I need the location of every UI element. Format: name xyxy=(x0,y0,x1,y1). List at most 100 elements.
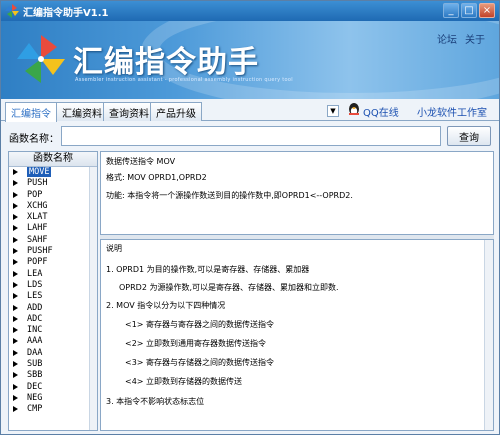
list-item-label: LEA xyxy=(27,268,43,279)
expand-triangle-icon[interactable] xyxy=(13,406,18,413)
maximize-icon: □ xyxy=(464,5,474,16)
list-item[interactable]: DAA xyxy=(9,348,97,359)
search-row: 函数名称： 查询 xyxy=(1,122,499,150)
detail-pane: 数据传送指令 MOV 格式: MOV OPRD1,OPRD2 功能: 本指令将一… xyxy=(100,151,494,235)
detail-format: 格式: MOV OPRD1,OPRD2 xyxy=(106,173,207,182)
expand-triangle-icon[interactable] xyxy=(13,180,18,187)
expand-triangle-icon[interactable] xyxy=(13,248,18,255)
list-item[interactable]: INC xyxy=(9,325,97,336)
note-line: <3> 寄存器与存储器之间的数据传送指令 xyxy=(125,358,275,367)
note-line: 3. 本指令不影响状态标志位 xyxy=(106,397,205,406)
app-icon xyxy=(5,4,19,18)
tab-query-materials[interactable]: 查询资料 xyxy=(103,102,155,121)
notes-pane: 说明 1. OPRD1 为目的操作数,可以是寄存器、存储器、累加器 OPRD2 … xyxy=(100,239,494,431)
list-item-label: SAHF xyxy=(27,234,48,245)
list-item[interactable]: PUSH xyxy=(9,178,97,189)
expand-triangle-icon[interactable] xyxy=(13,361,18,368)
tab-bar: 汇编指令 汇编资料 查询资料 产品升级 ▼ QQ在线 小龙软件工作室 xyxy=(1,99,499,122)
tab-asm-instructions[interactable]: 汇编指令 xyxy=(5,102,57,122)
expand-triangle-icon[interactable] xyxy=(13,338,18,345)
list-item-label: CMP xyxy=(27,404,43,415)
list-header: 函数名称 xyxy=(9,152,97,167)
list-item-label: SBB xyxy=(27,370,43,381)
list-item[interactable]: SBB xyxy=(9,370,97,381)
studio-link[interactable]: 小龙软件工作室 xyxy=(417,104,487,119)
expand-triangle-icon[interactable] xyxy=(13,281,18,288)
expand-triangle-icon[interactable] xyxy=(13,383,18,390)
list-item[interactable]: POP xyxy=(9,190,97,201)
close-button[interactable]: × xyxy=(479,3,495,18)
search-label: 函数名称： xyxy=(9,134,59,145)
expand-triangle-icon[interactable] xyxy=(13,202,18,209)
list-item[interactable]: MOVE xyxy=(9,167,97,178)
list-item[interactable]: SUB xyxy=(9,359,97,370)
expand-triangle-icon[interactable] xyxy=(13,327,18,334)
list-item-label: INC xyxy=(27,325,43,336)
tab-asm-materials[interactable]: 汇编资料 xyxy=(56,102,108,121)
notes-scrollbar[interactable] xyxy=(484,240,493,430)
list-item[interactable]: LEA xyxy=(9,269,97,280)
list-item[interactable]: NEG xyxy=(9,393,97,404)
dropdown-arrow-icon[interactable]: ▼ xyxy=(327,105,339,117)
list-items: MOVE PUSH POP XCHG XLAT LAHF SAHF PUSHF POPF LEA L… xyxy=(9,167,97,416)
list-item[interactable]: PUSHF xyxy=(9,246,97,257)
list-item[interactable]: LAHF xyxy=(9,223,97,234)
note-line: <1> 寄存器与寄存器之间的数据传送指令 xyxy=(125,320,275,329)
list-item[interactable]: XLAT xyxy=(9,212,97,223)
expand-triangle-icon[interactable] xyxy=(13,214,18,221)
list-item[interactable]: AAA xyxy=(9,336,97,347)
note-line: <4> 立即数到存储器的数据传送 xyxy=(125,377,243,386)
expand-triangle-icon[interactable] xyxy=(13,372,18,379)
expand-triangle-icon[interactable] xyxy=(13,293,18,300)
expand-triangle-icon[interactable] xyxy=(13,169,18,175)
list-item-label: ADC xyxy=(27,313,43,324)
list-item[interactable]: ADC xyxy=(9,314,97,325)
expand-triangle-icon[interactable] xyxy=(13,394,18,401)
pinwheel-logo-icon xyxy=(17,35,65,83)
expand-triangle-icon[interactable] xyxy=(13,270,18,277)
list-item-label: XCHG xyxy=(27,200,48,211)
list-item[interactable]: CMP xyxy=(9,404,97,415)
list-item-label: LAHF xyxy=(27,223,48,234)
forum-link[interactable]: 论坛 xyxy=(437,31,457,46)
list-item-label: LDS xyxy=(27,279,43,290)
list-item[interactable]: LDS xyxy=(9,280,97,291)
qq-online-link[interactable]: QQ在线 xyxy=(363,104,399,119)
list-scrollbar[interactable] xyxy=(89,167,97,430)
list-item-label: NEG xyxy=(27,392,43,403)
about-link[interactable]: 关于 xyxy=(465,31,485,46)
search-input[interactable] xyxy=(61,126,441,146)
list-item[interactable]: DEC xyxy=(9,382,97,393)
list-item-label: DEC xyxy=(27,381,43,392)
list-item-label: LES xyxy=(27,291,43,302)
note-line: OPRD2 为源操作数,可以是寄存器、存储器、累加器和立即数. xyxy=(119,283,339,292)
expand-triangle-icon[interactable] xyxy=(13,304,18,311)
expand-triangle-icon[interactable] xyxy=(13,259,18,266)
tab-product-upgrade[interactable]: 产品升级 xyxy=(150,102,202,121)
banner-title: 汇编指令助手 xyxy=(73,45,259,80)
maximize-button[interactable]: □ xyxy=(461,3,477,18)
list-item-label: DAA xyxy=(27,347,43,358)
qq-penguin-icon[interactable] xyxy=(347,102,361,117)
list-item[interactable]: LES xyxy=(9,291,97,302)
title-bar[interactable]: 汇编指令助手V1.1 _ □ × xyxy=(1,1,499,21)
search-button[interactable]: 查询 xyxy=(447,126,491,146)
expand-triangle-icon[interactable] xyxy=(13,225,18,232)
minimize-button[interactable]: _ xyxy=(443,3,459,18)
list-item[interactable]: ADD xyxy=(9,303,97,314)
list-item[interactable]: POPF xyxy=(9,257,97,268)
detail-title: 数据传送指令 MOV xyxy=(106,157,176,166)
expand-triangle-icon[interactable] xyxy=(13,236,18,243)
expand-triangle-icon[interactable] xyxy=(13,315,18,322)
list-item[interactable]: SAHF xyxy=(9,235,97,246)
list-item-label: AAA xyxy=(27,336,43,347)
list-item-label: POPF xyxy=(27,257,48,268)
list-item-label: MOVE xyxy=(27,167,52,177)
close-icon: × xyxy=(482,5,492,16)
function-list[interactable]: 函数名称 MOVE PUSH POP XCHG XLAT LAHF SAHF PUSHF POP… xyxy=(8,151,98,431)
list-item-label: POP xyxy=(27,189,43,200)
banner-subtitle: Assembler instruction assistant - profes… xyxy=(75,77,293,83)
expand-triangle-icon[interactable] xyxy=(13,191,18,198)
list-item[interactable]: XCHG xyxy=(9,201,97,212)
expand-triangle-icon[interactable] xyxy=(13,349,18,356)
